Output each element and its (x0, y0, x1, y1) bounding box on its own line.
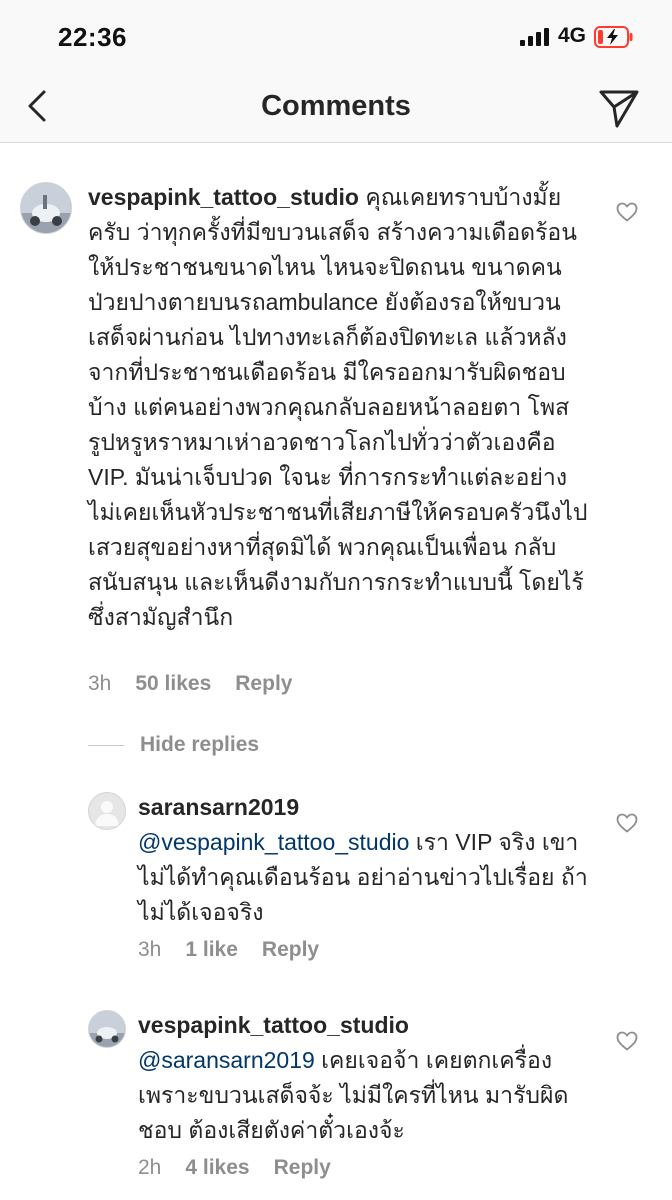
network-type: 4G (558, 24, 587, 47)
reply-button[interactable]: Reply (262, 938, 319, 961)
nav-bar: Comments (0, 72, 672, 143)
comment-meta: 3h 1 like Reply (138, 938, 343, 962)
comment-time: 2h (138, 1156, 162, 1179)
heart-outline-icon[interactable] (616, 202, 638, 222)
avatar[interactable] (20, 182, 72, 234)
heart-outline-icon[interactable] (616, 1031, 638, 1051)
hide-replies-button[interactable]: Hide replies (88, 732, 259, 758)
battery-low-icon (594, 26, 633, 48)
comment-username[interactable]: vespapink_tattoo_studio (88, 184, 359, 210)
reply-button[interactable]: Reply (274, 1156, 331, 1179)
divider (88, 744, 124, 746)
page-title: Comments (261, 90, 411, 122)
paper-plane-icon[interactable] (598, 86, 640, 128)
comment-body: vespapink_tattoo_studio @saransarn2019 เ… (138, 1008, 593, 1148)
heart-outline-icon[interactable] (616, 813, 638, 833)
comment-username[interactable]: vespapink_tattoo_studio (138, 1008, 593, 1043)
hide-replies-label: Hide replies (140, 733, 260, 756)
comment-meta: 2h 4 likes Reply (138, 1156, 355, 1180)
reply-button[interactable]: Reply (235, 672, 292, 695)
comment-time: 3h (88, 672, 112, 695)
comment-meta: 3h 50 likes Reply (88, 672, 316, 696)
cellular-signal-icon (520, 28, 549, 46)
default-user-icon (95, 801, 119, 826)
mention-link[interactable]: @vespapink_tattoo_studio (138, 829, 409, 855)
comment-body: saransarn2019 @vespapink_tattoo_studio เ… (138, 790, 593, 930)
scooter-photo-icon (89, 1011, 125, 1047)
avatar[interactable] (88, 792, 126, 830)
comment-username[interactable]: saransarn2019 (138, 790, 593, 825)
comment-likes[interactable]: 4 likes (185, 1156, 249, 1179)
comment-likes[interactable]: 50 likes (135, 672, 211, 695)
comment-likes[interactable]: 1 like (185, 938, 238, 961)
comment-time: 3h (138, 938, 162, 961)
comment-text: คุณเคยทราบบ้างมั้ยครับ ว่าทุกครั้งที่มีข… (88, 184, 588, 630)
status-time: 22:36 (58, 22, 127, 52)
mention-link[interactable]: @saransarn2019 (138, 1047, 315, 1073)
avatar[interactable] (88, 1010, 126, 1048)
comment-body: vespapink_tattoo_studio คุณเคยทราบบ้างมั… (88, 180, 588, 635)
status-bar: 22:36 4G (0, 0, 672, 72)
scooter-photo-icon (21, 183, 71, 233)
